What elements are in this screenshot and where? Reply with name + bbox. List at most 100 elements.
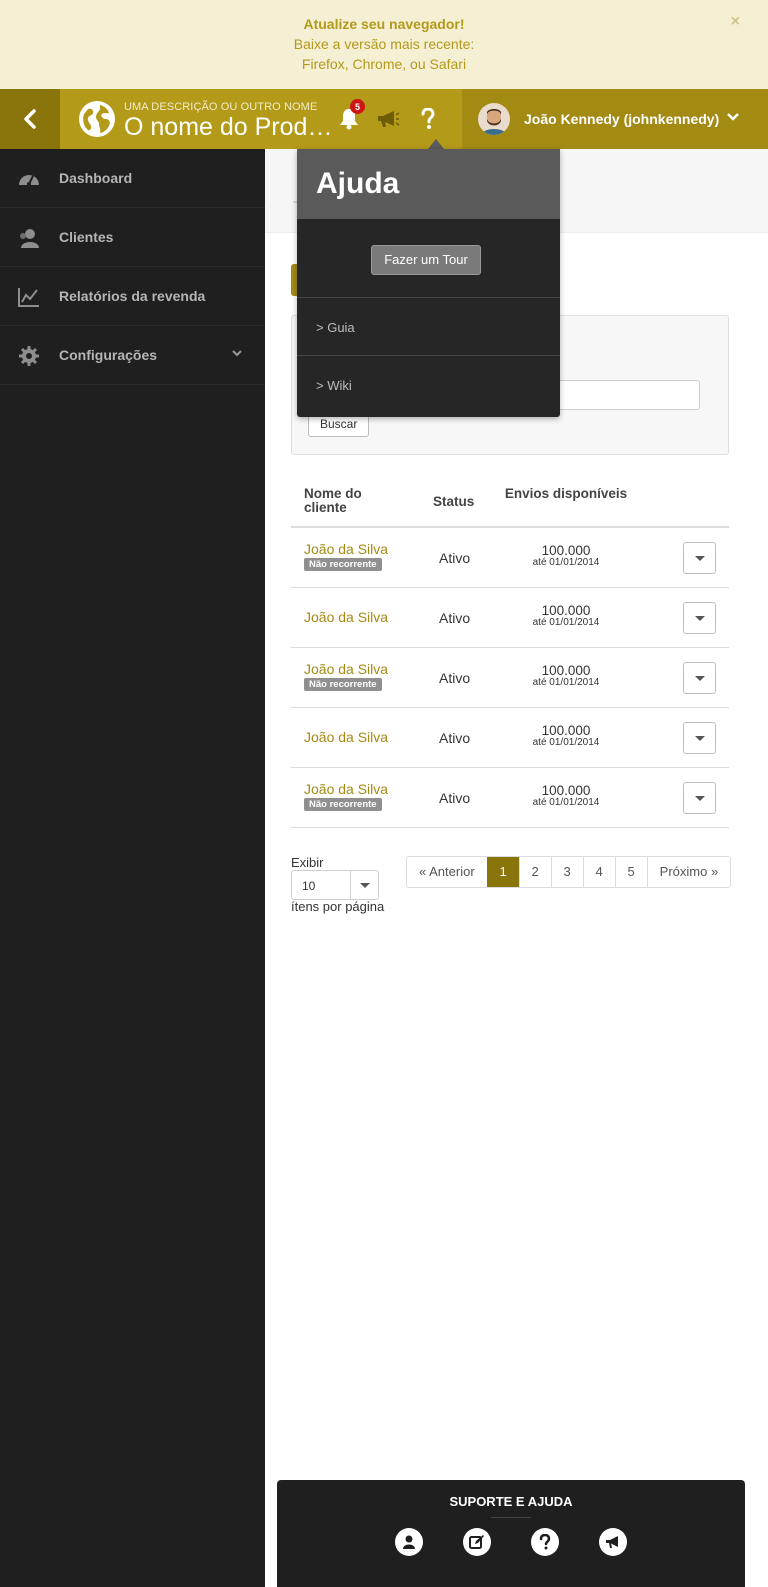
pagination-page-4[interactable]: 4 <box>582 857 615 887</box>
client-status: Ativo <box>439 610 471 626</box>
sidebar-item-relatorios[interactable]: Relatórios da revenda <box>0 267 265 326</box>
per-page-select[interactable]: 10 <box>291 870 379 900</box>
client-status: Ativo <box>439 550 471 566</box>
envios-value: 100.000 até 01/01/2014 <box>501 723 631 748</box>
column-header-status[interactable]: Status <box>433 494 474 509</box>
client-name-link[interactable]: João da Silva <box>304 609 388 625</box>
pagination-page-1[interactable]: 1 <box>486 857 519 887</box>
row-actions-button[interactable] <box>683 602 716 634</box>
envios-value: 100.000 até 01/01/2014 <box>501 663 631 688</box>
megaphone-icon <box>378 111 400 127</box>
client-status: Ativo <box>439 670 471 686</box>
envios-amount: 100.000 <box>541 723 591 738</box>
caret-down-icon <box>694 675 705 681</box>
help-dropdown-caret <box>428 139 444 149</box>
tour-button[interactable]: Fazer um Tour <box>371 245 481 275</box>
help-link-guia[interactable]: > Guia <box>297 298 560 356</box>
edit-icon[interactable] <box>463 1528 491 1556</box>
table-row: João da Silva Ativo 100.000 até 01/01/201… <box>291 708 729 768</box>
client-name-link[interactable]: João da Silva <box>304 781 388 797</box>
row-actions-button[interactable] <box>683 782 716 814</box>
help-dropdown: Ajuda Fazer um Tour > Guia > Wiki <box>297 149 560 417</box>
pagination-page-5[interactable]: 5 <box>614 857 647 887</box>
chevron-down-icon <box>727 113 739 121</box>
client-name-link[interactable]: João da Silva <box>304 661 388 677</box>
notifications-button[interactable]: 5 <box>334 99 365 135</box>
sidebar-toggle-button[interactable] <box>0 89 60 149</box>
chevron-left-icon <box>24 109 36 129</box>
footer-icons <box>277 1528 745 1556</box>
sidebar-item-configuracoes[interactable]: Configurações <box>0 326 265 385</box>
banner-title: Atualize seu navegador! <box>303 16 465 32</box>
help-icon[interactable] <box>531 1528 559 1556</box>
banner-line-1: Baixe a versão mais recente: <box>293 36 475 52</box>
banner-line-2[interactable]: Firefox, Chrome, ou Safari <box>0 54 768 74</box>
notification-badge: 5 <box>350 99 365 114</box>
per-page-label: Exibir <box>291 855 324 870</box>
users-icon <box>20 229 39 248</box>
browser-update-banner: Atualize seu navegador! Baixe a versão m… <box>0 0 768 89</box>
sidebar-item-label: Dashboard <box>59 170 133 186</box>
table-row: João da Silva Não recorrente Ativo 100.0… <box>291 648 729 708</box>
caret-down-icon <box>694 615 705 621</box>
pagination-next[interactable]: Próximo » <box>646 857 731 887</box>
client-status: Ativo <box>439 730 471 746</box>
pagination: « Anterior 1 2 3 4 5 Próximo » <box>406 856 732 888</box>
user-icon[interactable] <box>395 1528 423 1556</box>
help-link-wiki[interactable]: > Wiki <box>297 356 560 414</box>
sidebar-item-label: Clientes <box>59 229 114 245</box>
sidebar-item-clientes[interactable]: Clientes <box>0 208 265 267</box>
envios-value: 100.000 até 01/01/2014 <box>501 543 631 568</box>
sidebar-item-label: Configurações <box>59 347 158 363</box>
row-actions-button[interactable] <box>683 662 716 694</box>
pagination-prev[interactable]: « Anterior <box>407 857 487 887</box>
client-name-link[interactable]: João da Silva <box>304 729 388 745</box>
per-page-value: 10 <box>302 879 316 893</box>
close-icon[interactable]: × <box>731 12 740 32</box>
pagination-page-3[interactable]: 3 <box>550 857 583 887</box>
sidebar: Dashboard Clientes Relatórios da revenda… <box>0 149 265 1587</box>
table-row: João da Silva Não recorrente Ativo 100.0… <box>291 528 729 588</box>
search-input[interactable] <box>552 380 700 410</box>
user-menu[interactable]: João Kennedy (johnkennedy) <box>462 89 768 149</box>
help-title: Ajuda <box>297 149 560 219</box>
tour-section: Fazer um Tour <box>297 219 560 298</box>
envios-amount: 100.000 <box>541 603 591 618</box>
support-footer: SUPORTE E AJUDA <box>277 1480 745 1587</box>
megaphone-icon[interactable] <box>599 1528 627 1556</box>
row-actions-button[interactable] <box>683 722 716 754</box>
client-status: Ativo <box>439 790 471 806</box>
table-row: João da Silva Ativo 100.000 até 01/01/201… <box>291 588 729 648</box>
caret-down-icon <box>694 795 705 801</box>
status-badge: Não recorrente <box>304 798 382 811</box>
envios-until: até 01/01/2014 <box>532 797 600 808</box>
gear-icon <box>19 346 39 366</box>
footer-title: SUPORTE E AJUDA <box>449 1494 573 1509</box>
envios-amount: 100.000 <box>541 543 591 558</box>
dashboard-icon <box>19 175 39 186</box>
row-actions-button[interactable] <box>683 542 716 574</box>
column-header-envios[interactable]: Envios disponíveis <box>501 487 631 501</box>
announcements-button[interactable] <box>373 103 403 135</box>
envios-amount: 100.000 <box>541 663 591 678</box>
envios-until: até 01/01/2014 <box>532 737 600 748</box>
pagination-page-2[interactable]: 2 <box>518 857 551 887</box>
client-name-link[interactable]: João da Silva <box>304 541 388 557</box>
help-button[interactable] <box>413 103 443 135</box>
envios-amount: 100.000 <box>541 783 591 798</box>
column-header-name[interactable]: Nome do cliente <box>304 487 394 515</box>
product-description: UMA DESCRIÇÃO OU OUTRO NOME <box>124 101 318 113</box>
status-badge: Não recorrente <box>304 558 382 571</box>
caret-down-icon <box>360 883 370 888</box>
product-name: O nome do Produto <box>124 113 334 141</box>
sidebar-item-dashboard[interactable]: Dashboard <box>0 149 265 208</box>
per-page-suffix: ítens por página <box>291 899 385 914</box>
sidebar-item-label: Relatórios da revenda <box>59 288 206 304</box>
chart-icon <box>18 288 39 307</box>
select-divider <box>350 871 351 899</box>
caret-down-icon <box>694 555 705 561</box>
footer-divider <box>491 1517 531 1518</box>
status-badge: Não recorrente <box>304 678 382 691</box>
user-name: João Kennedy (johnkennedy) <box>524 111 720 127</box>
table-row: João da Silva Não recorrente Ativo 100.0… <box>291 768 729 828</box>
